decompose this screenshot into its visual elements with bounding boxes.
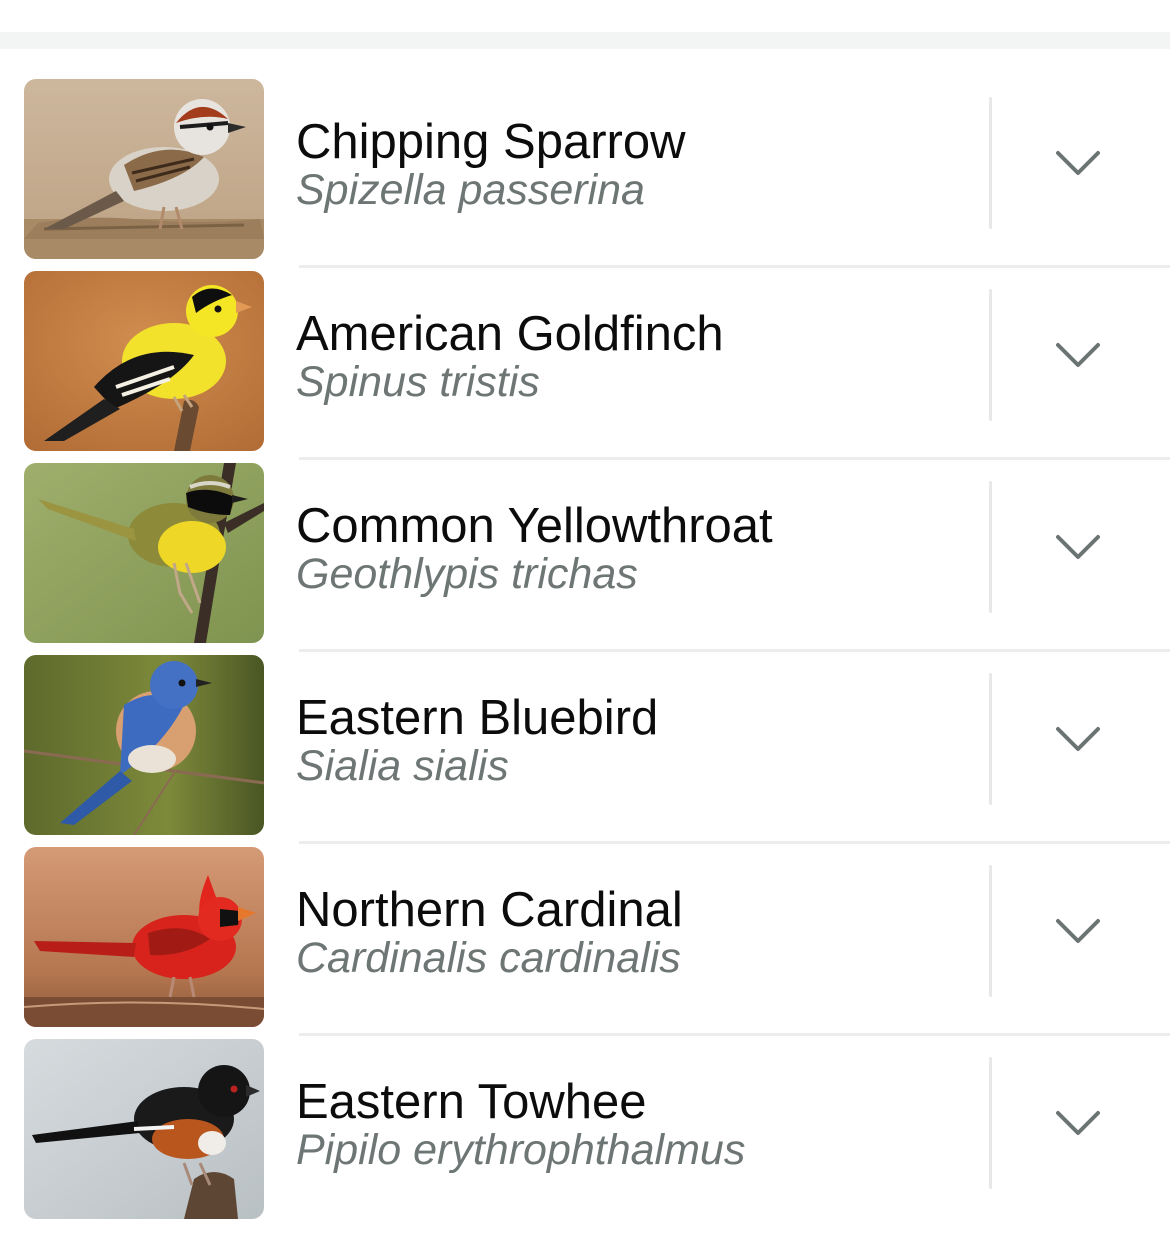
scientific-name: Pipilo erythrophthalmus [296,1126,746,1174]
expand-button[interactable] [1032,891,1124,971]
common-name: Eastern Towhee [296,1075,647,1129]
row-separator [299,457,1170,460]
species-list: Chipping Sparrow Spizella passerina Amer… [0,79,1170,1231]
species-row-common-yellowthroat[interactable]: Common Yellowthroat Geothlypis trichas [0,463,1170,655]
expand-button[interactable] [1032,507,1124,587]
species-row-eastern-bluebird[interactable]: Eastern Bluebird Sialia sialis [0,655,1170,847]
chipping-sparrow-photo [24,79,264,259]
common-name: Northern Cardinal [296,883,683,937]
common-yellowthroat-photo [24,463,264,643]
vertical-divider [989,673,992,805]
common-name: Chipping Sparrow [296,115,686,169]
bird-photo [24,463,264,643]
row-separator [299,1033,1170,1036]
scientific-name: Spinus tristis [296,358,540,406]
vertical-divider [989,97,992,229]
species-row-northern-cardinal[interactable]: Northern Cardinal Cardinalis cardinalis [0,847,1170,1039]
species-names: Eastern Towhee Pipilo erythrophthalmus [296,1077,976,1173]
scientific-name: Geothlypis trichas [296,550,638,598]
expand-button[interactable] [1032,1083,1124,1163]
bird-photo [24,271,264,451]
bird-photo [24,655,264,835]
chevron-down-icon [1056,727,1100,751]
species-names: Common Yellowthroat Geothlypis trichas [296,501,976,597]
species-row-eastern-towhee[interactable]: Eastern Towhee Pipilo erythrophthalmus [0,1039,1170,1231]
top-band [0,32,1170,49]
species-names: Chipping Sparrow Spizella passerina [296,117,976,213]
chevron-down-icon [1056,1111,1100,1135]
eastern-bluebird-photo [24,655,264,835]
species-row-chipping-sparrow[interactable]: Chipping Sparrow Spizella passerina [0,79,1170,271]
chevron-down-icon [1056,919,1100,943]
expand-button[interactable] [1032,315,1124,395]
vertical-divider [989,1057,992,1189]
common-name: American Goldfinch [296,307,724,361]
chevron-down-icon [1056,151,1100,175]
bird-photo [24,1039,264,1219]
species-names: Eastern Bluebird Sialia sialis [296,693,976,789]
vertical-divider [989,481,992,613]
scientific-name: Spizella passerina [296,166,645,214]
species-names: Northern Cardinal Cardinalis cardinalis [296,885,976,981]
common-name: Eastern Bluebird [296,691,659,745]
row-separator [299,649,1170,652]
eastern-towhee-photo [24,1039,264,1219]
expand-button[interactable] [1032,123,1124,203]
species-names: American Goldfinch Spinus tristis [296,309,976,405]
row-separator [299,841,1170,844]
chevron-down-icon [1056,535,1100,559]
common-name: Common Yellowthroat [296,499,773,553]
row-separator [299,265,1170,268]
species-row-american-goldfinch[interactable]: American Goldfinch Spinus tristis [0,271,1170,463]
chevron-down-icon [1056,343,1100,367]
vertical-divider [989,865,992,997]
bird-photo [24,847,264,1027]
bird-photo [24,79,264,259]
expand-button[interactable] [1032,699,1124,779]
species-list-screen: Chipping Sparrow Spizella passerina Amer… [0,0,1170,1253]
northern-cardinal-photo [24,847,264,1027]
vertical-divider [989,289,992,421]
scientific-name: Cardinalis cardinalis [296,934,681,982]
american-goldfinch-photo [24,271,264,451]
scientific-name: Sialia sialis [296,742,509,790]
